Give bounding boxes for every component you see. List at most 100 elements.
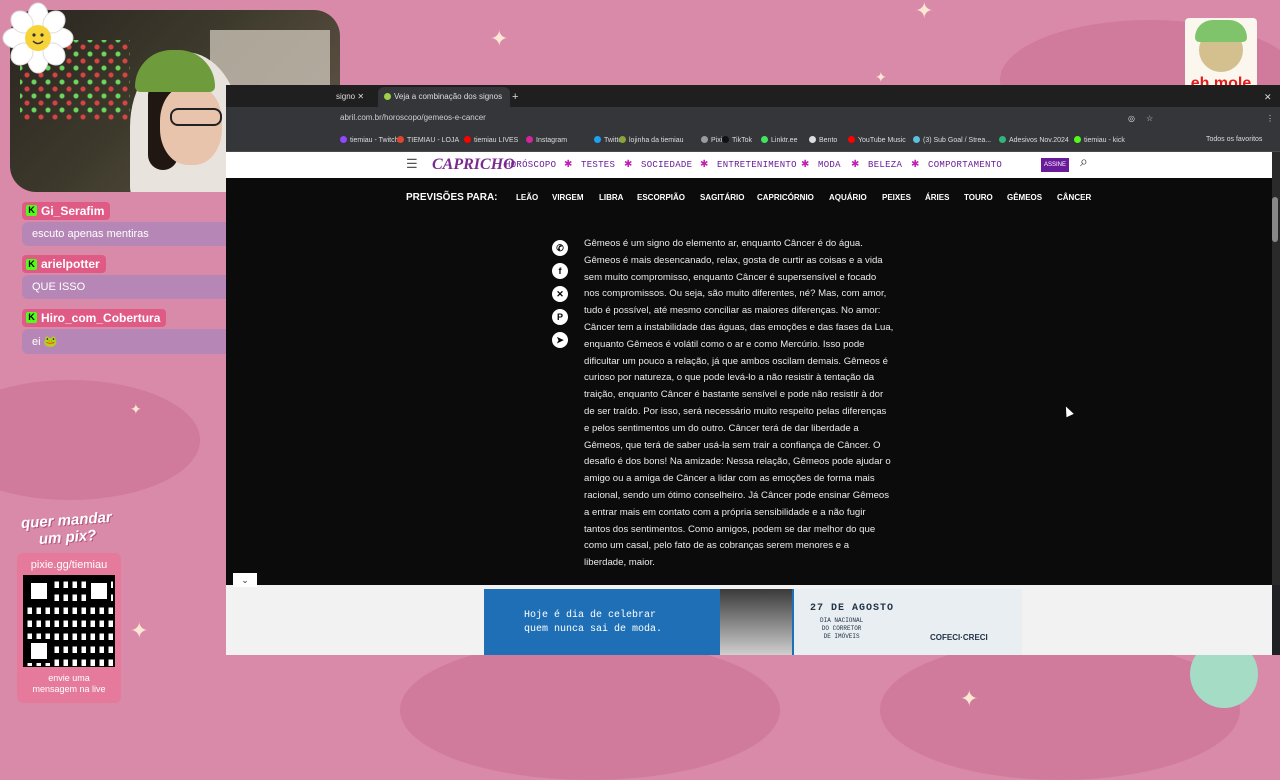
close-window-icon[interactable]: ✕ <box>1264 87 1272 107</box>
scrollbar[interactable] <box>1272 152 1280 585</box>
all-favorites[interactable]: Todos os favoritos <box>1206 136 1262 143</box>
url-text[interactable]: abril.com.br/horoscopo/gemeos-e-cancer <box>340 113 486 122</box>
sign-link[interactable]: GÊMEOS <box>1007 193 1042 202</box>
tab-active[interactable]: Veja a combinação dos signos ✕ <box>378 87 510 121</box>
telegram-icon[interactable]: ➤ <box>552 332 568 348</box>
sign-link[interactable]: ESCORPIÃO <box>637 193 685 202</box>
facebook-icon[interactable]: f <box>552 263 568 279</box>
bookmark-item[interactable]: tiemiau LIVES <box>464 136 518 144</box>
asterisk-icon: ✱ <box>851 159 860 170</box>
whatsapp-icon[interactable]: ✆ <box>552 240 568 256</box>
star-decoration: ✦ <box>960 686 979 711</box>
pix-title: quer mandar um pix? <box>11 508 123 550</box>
hamburger-icon[interactable]: ☰ <box>406 157 418 172</box>
bookmark-item[interactable]: Instagram <box>526 136 567 144</box>
site-logo[interactable]: CAPRICHO <box>432 156 515 174</box>
chat-username: K Hiro_com_Cobertura <box>22 308 167 327</box>
background-cloud <box>0 380 200 500</box>
bookmark-favicon-icon <box>913 136 920 143</box>
ad-brand: COFECI·CRECI <box>930 633 988 642</box>
ad-banner[interactable]: Hoje é dia de celebrar quem nunca sai de… <box>484 589 1022 655</box>
address-bar[interactable]: abril.com.br/horoscopo/gemeos-e-cancer ◎… <box>226 107 1280 131</box>
x-icon[interactable]: ✕ <box>552 286 568 302</box>
new-tab-button[interactable]: + <box>512 87 518 107</box>
bookmark-label: tiemiau - Twitch <box>350 137 399 144</box>
background-cloud <box>880 640 1240 780</box>
article-line: liberdade, maior. <box>584 557 655 569</box>
article-line: tudo é possível, até mesmo conciliar as … <box>584 305 881 317</box>
nav-item[interactable]: ENTRETENIMENTO <box>717 160 797 170</box>
bookmarks-bar: tiemiau - Twitch TIEMIAU - LOJA tiemiau LI… <box>226 131 1280 152</box>
tab-signo[interactable]: signo ✕ <box>336 87 376 107</box>
sign-link[interactable]: SAGITÁRIO <box>700 193 744 202</box>
bookmark-item[interactable]: lojinha da tiemiau <box>619 136 683 144</box>
nav-item[interactable]: COMPORTAMENTO <box>928 160 1002 170</box>
sign-link[interactable]: TOURO <box>964 193 993 202</box>
streamer-glasses <box>170 108 222 126</box>
article-line: de ser traído. Por isso, será necessário… <box>584 405 887 417</box>
ad-sub-line: DO CORRETOR <box>821 625 862 632</box>
article-line: racional, sendo um ótimo conselheiro. Já… <box>584 489 890 501</box>
star-decoration: ✦ <box>130 401 142 417</box>
qr-marker <box>87 579 111 603</box>
asterisk-icon: ✱ <box>911 159 920 170</box>
tab-bar: signo ✕ Veja a combinação dos signos ✕ +… <box>226 85 1280 121</box>
eye-off-icon[interactable]: ◎ <box>1128 109 1135 129</box>
pix-footer-line: envie uma <box>48 673 90 683</box>
article-line: Gêmeos, que terá de saber usá-la sem tra… <box>584 439 881 451</box>
previsoes-label: PREVISÕES PARA: <box>406 192 498 203</box>
bookmark-item[interactable]: TIEMIAU - LOJA <box>397 136 459 144</box>
sign-link[interactable]: AQUÁRIO <box>829 193 867 202</box>
search-icon[interactable]: ⌕ <box>1080 155 1088 171</box>
ad-date: 27 DE AGOSTO <box>810 603 895 614</box>
sign-link[interactable]: VIRGEM <box>552 193 584 202</box>
bookmark-favicon-icon <box>619 136 626 143</box>
nav-item[interactable]: SOCIEDADE <box>641 160 692 170</box>
sign-link[interactable]: LEÃO <box>516 193 538 202</box>
bookmark-item[interactable]: Linktr.ee <box>761 136 797 144</box>
nav-item[interactable]: MODA <box>818 160 841 170</box>
article-line: sem muito compromisso, enquanto Câncer é… <box>584 271 877 283</box>
chat-username: K Gi_Serafim <box>22 201 111 220</box>
menu-icon[interactable]: ⋮ <box>1266 109 1274 129</box>
bookmark-item[interactable]: Adesivos Nov.2024 <box>999 136 1069 144</box>
site-navbar: ☰ CAPRICHO HORÓSCOPO TESTES ✱ SOCIEDADE ✱ ENT… <box>226 152 1272 178</box>
sign-link[interactable]: CAPRICÓRNIO <box>757 193 814 202</box>
nav-item[interactable]: TESTES <box>581 160 615 170</box>
article-line: Câncer tem a instabilidade das águas, da… <box>584 321 894 333</box>
bookmark-item[interactable]: YouTube Music <box>848 136 906 144</box>
bookmark-favicon-icon <box>594 136 601 143</box>
sign-link[interactable]: ÁRIES <box>925 193 949 202</box>
star-decoration: ✦ <box>875 69 887 85</box>
bookmark-item[interactable]: Bento <box>809 136 837 144</box>
bookmark-label: Linktr.ee <box>771 137 798 144</box>
browser-window: signo ✕ Veja a combinação dos signos ✕ +… <box>226 85 1280 655</box>
pinterest-icon[interactable]: P <box>552 309 568 325</box>
kick-icon: K <box>26 205 37 216</box>
sign-link[interactable]: PEIXES <box>882 193 911 202</box>
bookmark-item[interactable]: (3) Sub Goal / Strea... <box>913 136 991 144</box>
ad-sub-line: DIA NACIONAL <box>820 617 864 624</box>
subscribe-button[interactable]: ASSINE <box>1041 158 1069 172</box>
bookmark-favicon-icon <box>526 136 533 143</box>
pix-footer: envie uma mensagem na live <box>17 673 121 695</box>
bookmark-item[interactable]: tiemiau - Twitch <box>340 136 399 144</box>
bookmark-item[interactable]: TikTok <box>722 136 752 144</box>
sign-link[interactable]: CÂNCER <box>1057 193 1091 202</box>
bookmark-star-icon[interactable]: ☆ <box>1146 109 1153 129</box>
bookmark-item[interactable]: tiemiau - kick <box>1074 136 1125 144</box>
chevron-down-icon[interactable]: ⌄ <box>233 573 257 587</box>
sign-link[interactable]: LIBRA <box>599 193 623 202</box>
scrollbar-thumb[interactable] <box>1272 197 1278 242</box>
pix-footer-line: mensagem na live <box>32 684 106 694</box>
nav-item[interactable]: HORÓSCOPO <box>505 160 556 170</box>
star-decoration: ✦ <box>130 618 149 643</box>
nav-item[interactable]: BELEZA <box>868 160 902 170</box>
article-line: dificultar um pouco a relação, já que am… <box>584 355 888 367</box>
article-line: Gêmeos é um signo do elemento ar, enquan… <box>584 238 863 249</box>
kick-icon: K <box>26 312 37 323</box>
article-line: desafio é dos bons! Na amizade: Nessa re… <box>584 456 891 468</box>
frog-hat <box>1195 20 1247 42</box>
bookmark-label: Instagram <box>536 137 568 144</box>
close-tab-icon[interactable]: ✕ <box>357 92 364 101</box>
